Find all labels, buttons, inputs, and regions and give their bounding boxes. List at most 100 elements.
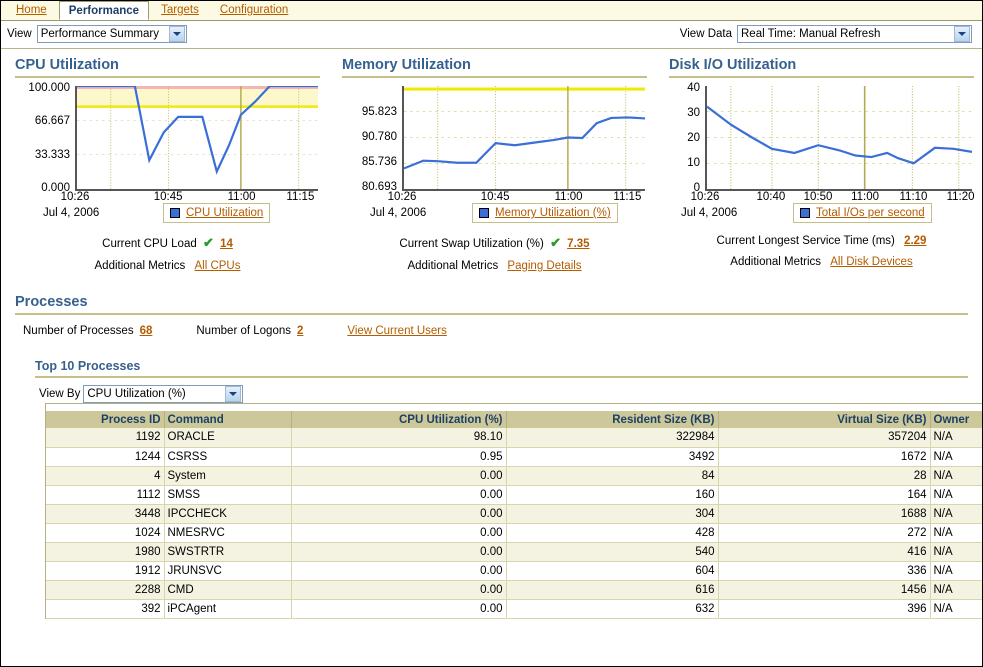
cell-command: JRUNSVC xyxy=(164,561,291,580)
cell-cpu: 0.00 xyxy=(291,523,506,542)
cell-owner: N/A xyxy=(930,485,983,504)
num-logons-value[interactable]: 2 xyxy=(297,325,303,337)
charts-row: CPU Utilization 100.000 66.667 33.333 0.… xyxy=(1,49,982,272)
top-processes-table: Process ID Command CPU Utilization (%) R… xyxy=(46,411,983,619)
series-swatch-icon xyxy=(479,208,489,218)
col-process-id[interactable]: Process ID xyxy=(46,411,164,428)
disk-additional-link[interactable]: All Disk Devices xyxy=(830,256,912,268)
cell-virtual: 1456 xyxy=(718,580,930,599)
memory-utilization-card: Memory Utilization 95.823 90.780 85.736 … xyxy=(328,57,655,272)
cell-cpu: 0.95 xyxy=(291,447,506,466)
disk-legend-label[interactable]: Total I/Os per second xyxy=(816,207,925,219)
cell-command: iPCAgent xyxy=(164,599,291,618)
section-divider xyxy=(15,76,320,78)
table-row[interactable]: 4 System 0.00 84 28 N/A xyxy=(46,466,983,485)
tab-configuration[interactable]: Configuration xyxy=(211,1,297,20)
memory-xtick-0: 10:26 xyxy=(388,191,417,203)
memory-ytick-85: 85.736 xyxy=(362,156,397,168)
col-command[interactable]: Command xyxy=(164,411,291,428)
cpu-legend[interactable]: CPU Utilization xyxy=(163,203,270,223)
disk-xtick-0: 10:26 xyxy=(691,191,720,203)
table-row[interactable]: 1244 CSRSS 0.95 3492 1672 N/A xyxy=(46,447,983,466)
disk-legend[interactable]: Total I/Os per second xyxy=(793,203,932,223)
table-row[interactable]: 1912 JRUNSVC 0.00 604 336 N/A xyxy=(46,561,983,580)
cell-resident: 540 xyxy=(506,542,718,561)
tab-performance[interactable]: Performance xyxy=(59,1,149,20)
cell-resident: 3492 xyxy=(506,447,718,466)
cell-process-id: 1244 xyxy=(46,447,164,466)
view-by-select[interactable]: CPU Utilization (%) xyxy=(83,385,243,403)
disk-io-utilization-title: Disk I/O Utilization xyxy=(669,57,974,76)
cell-resident: 84 xyxy=(506,466,718,485)
view-data-select[interactable]: Real Time: Manual Refresh xyxy=(737,25,972,43)
disk-additional-label: Additional Metrics xyxy=(730,256,821,268)
chevron-down-icon xyxy=(169,26,185,42)
memory-legend-label[interactable]: Memory Utilization (%) xyxy=(495,207,611,219)
table-body: 1192 ORACLE 98.10 322984 357204 N/A 1244… xyxy=(46,428,983,618)
memory-legend-row: Memory Utilization (%) xyxy=(342,203,647,225)
tab-targets[interactable]: Targets xyxy=(152,1,208,20)
cell-virtual: 1672 xyxy=(718,447,930,466)
cell-resident: 428 xyxy=(506,523,718,542)
view-select[interactable]: Performance Summary xyxy=(37,25,187,43)
disk-chart-canvas xyxy=(705,86,972,191)
cpu-ytick-100: 100.000 xyxy=(28,82,70,94)
view-select-value: Performance Summary xyxy=(41,28,159,40)
cpu-additional-link[interactable]: All CPUs xyxy=(194,260,240,272)
cell-command: CSRSS xyxy=(164,447,291,466)
view-current-users-link[interactable]: View Current Users xyxy=(347,325,447,337)
table-row[interactable]: 392 iPCAgent 0.00 632 396 N/A xyxy=(46,599,983,618)
cell-process-id: 1980 xyxy=(46,542,164,561)
cpu-ytick-33: 33.333 xyxy=(35,149,70,161)
col-virtual-size[interactable]: Virtual Size (KB) xyxy=(718,411,930,428)
col-owner[interactable]: Owner xyxy=(930,411,983,428)
cpu-metric-value[interactable]: 14 xyxy=(220,238,233,250)
view-data-label: View Data xyxy=(680,28,732,40)
view-control-group: View Performance Summary xyxy=(7,25,187,43)
tab-performance-label: Performance xyxy=(69,5,139,17)
table-row[interactable]: 1024 NMESRVC 0.00 428 272 N/A xyxy=(46,523,983,542)
disk-metric-value[interactable]: 2.29 xyxy=(904,235,926,247)
table-row[interactable]: 3448 IPCCHECK 0.00 304 1688 N/A xyxy=(46,504,983,523)
memory-metric-value[interactable]: 7.35 xyxy=(567,238,589,250)
cell-process-id: 3448 xyxy=(46,504,164,523)
memory-additional-link[interactable]: Paging Details xyxy=(507,260,581,272)
table-row[interactable]: 1980 SWSTRTR 0.00 540 416 N/A xyxy=(46,542,983,561)
num-logons-label: Number of Logons xyxy=(196,325,291,337)
status-ok-icon: ✔ xyxy=(547,235,564,250)
processes-summary-row: Number of Processes 68 Number of Logons … xyxy=(15,325,968,337)
table-row[interactable]: 1192 ORACLE 98.10 322984 357204 N/A xyxy=(46,428,983,447)
memory-legend[interactable]: Memory Utilization (%) xyxy=(472,203,618,223)
cpu-legend-label[interactable]: CPU Utilization xyxy=(186,207,263,219)
cell-cpu: 0.00 xyxy=(291,542,506,561)
processes-section: Processes Number of Processes 68 Number … xyxy=(15,294,968,403)
performance-page: Home Performance Targets Configuration V… xyxy=(0,0,983,667)
table-header-row: Process ID Command CPU Utilization (%) R… xyxy=(46,411,983,428)
cell-process-id: 4 xyxy=(46,466,164,485)
cell-command: CMD xyxy=(164,580,291,599)
col-resident-size[interactable]: Resident Size (KB) xyxy=(506,411,718,428)
cell-owner: N/A xyxy=(930,428,983,447)
table-row[interactable]: 2288 CMD 0.00 616 1456 N/A xyxy=(46,580,983,599)
table-row[interactable]: 1112 SMSS 0.00 160 164 N/A xyxy=(46,485,983,504)
cell-virtual: 164 xyxy=(718,485,930,504)
memory-xtick-2: 11:00 xyxy=(555,191,583,203)
cpu-chart-canvas xyxy=(75,86,318,191)
view-toolbar: View Performance Summary View Data Real … xyxy=(1,21,982,49)
disk-gridlines xyxy=(707,86,972,189)
cell-process-id: 1912 xyxy=(46,561,164,580)
memory-metric-label: Current Swap Utilization (%) xyxy=(399,238,543,250)
num-processes-label: Number of Processes xyxy=(23,325,134,337)
status-ok-icon: ✔ xyxy=(200,235,217,250)
tab-home-label: Home xyxy=(16,4,47,16)
memory-additional-label: Additional Metrics xyxy=(407,260,498,272)
cell-command: SMSS xyxy=(164,485,291,504)
memory-ytick-90: 90.780 xyxy=(362,131,397,143)
tab-home[interactable]: Home xyxy=(7,1,56,20)
cell-resident: 604 xyxy=(506,561,718,580)
view-data-control-group: View Data Real Time: Manual Refresh xyxy=(680,25,972,43)
num-processes-value[interactable]: 68 xyxy=(140,325,153,337)
col-cpu-utilization[interactable]: CPU Utilization (%) xyxy=(291,411,506,428)
cpu-metric-label: Current CPU Load xyxy=(102,238,197,250)
memory-y-axis: 95.823 90.780 85.736 80.693 xyxy=(342,86,400,191)
